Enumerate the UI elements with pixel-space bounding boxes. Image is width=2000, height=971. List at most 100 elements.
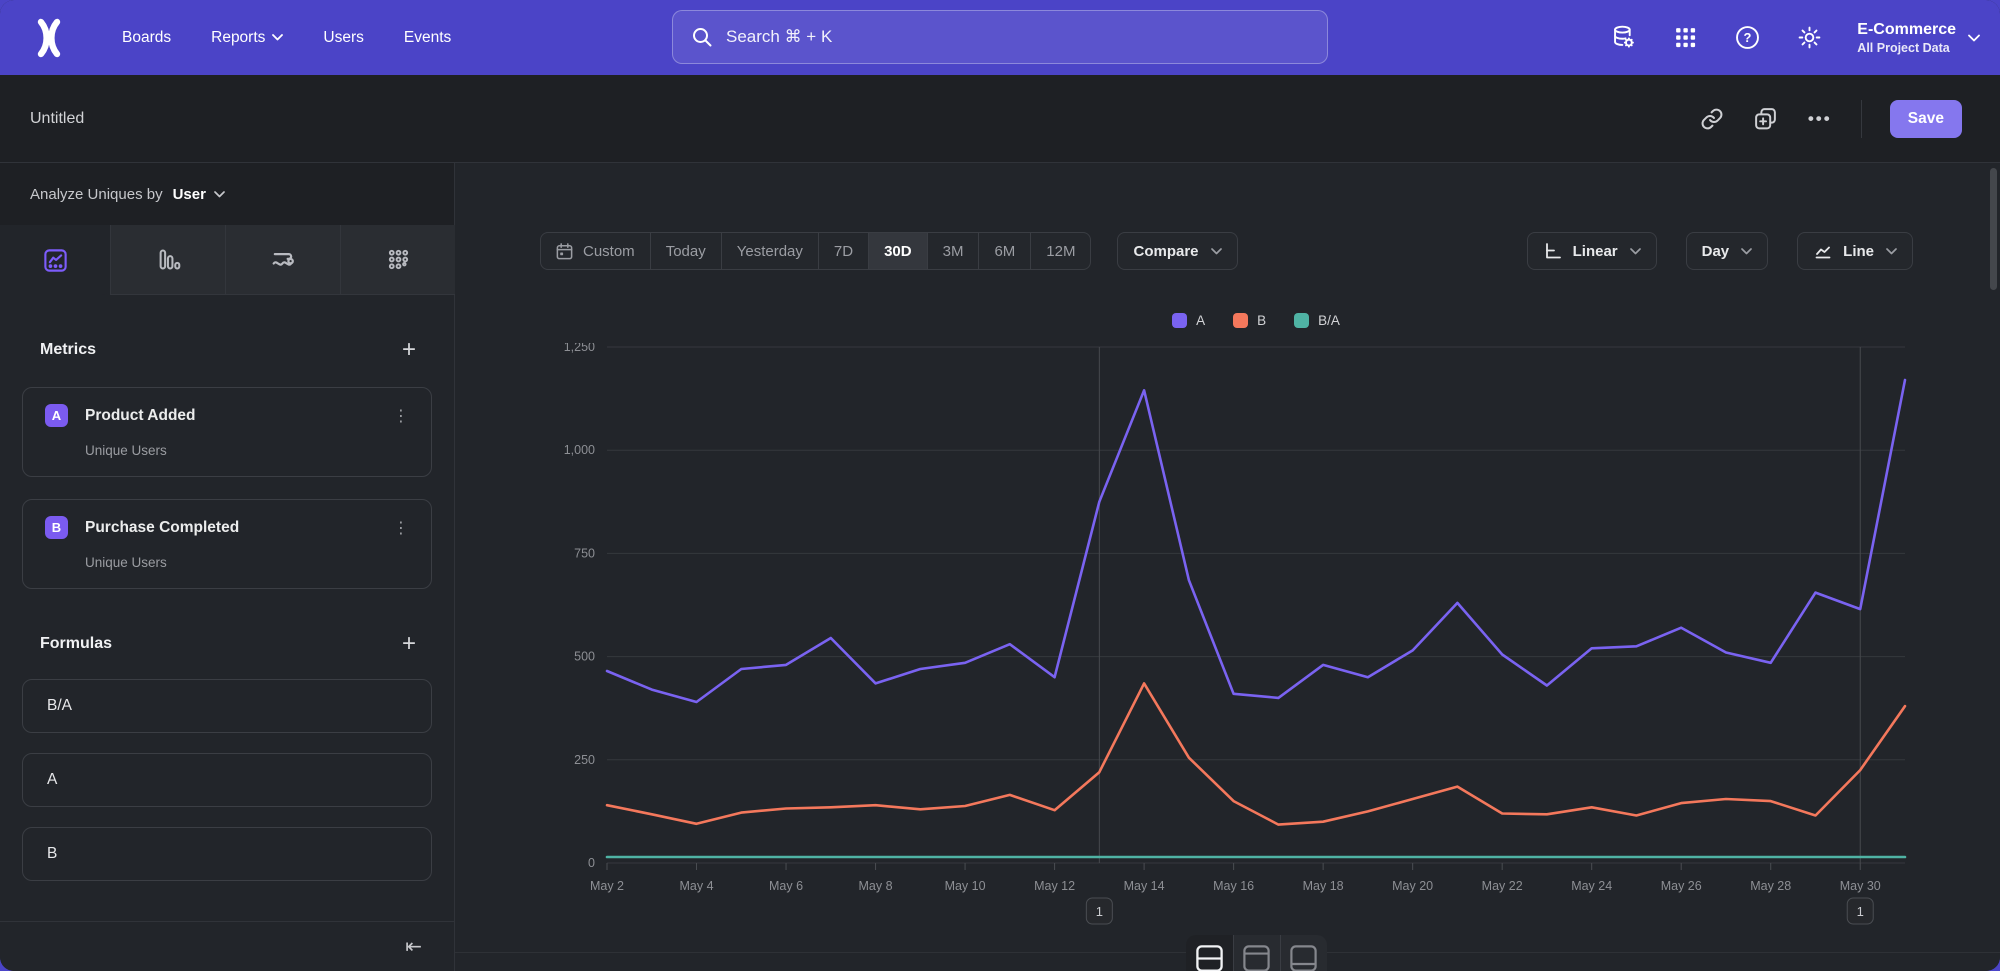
metric-name: Purchase Completed [85, 519, 370, 537]
chart-panel: Custom Today Yesterday 7D 30D 3M 6M 12M … [455, 163, 2000, 971]
help-icon[interactable]: ? [1733, 24, 1761, 52]
project-switcher[interactable]: E-Commerce All Project Data [1857, 20, 1980, 56]
range-7d[interactable]: 7D [818, 233, 868, 269]
layout-chart-and-table-button[interactable] [1186, 935, 1233, 971]
save-button[interactable]: Save [1890, 100, 1962, 138]
metrics-section-title: Metrics [40, 341, 96, 359]
layout-chart-only-button[interactable] [1233, 935, 1280, 971]
range-label: Yesterday [737, 243, 803, 260]
tab-retention[interactable] [340, 225, 455, 295]
flows-icon [269, 246, 297, 274]
tab-flows[interactable] [225, 225, 340, 295]
chevron-down-icon [1741, 248, 1752, 255]
formulas-section-title: Formulas [40, 635, 112, 653]
range-12m[interactable]: 12M [1030, 233, 1090, 269]
interval-label: Day [1702, 243, 1730, 260]
range-6m[interactable]: 6M [978, 233, 1030, 269]
legend-label: B [1257, 313, 1266, 328]
range-label: Today [666, 243, 706, 260]
svg-text:May 6: May 6 [769, 879, 803, 893]
chevron-down-icon [272, 34, 283, 41]
range-yesterday[interactable]: Yesterday [721, 233, 818, 269]
project-scope: All Project Data [1857, 40, 1956, 56]
line-chart-icon [1813, 241, 1833, 261]
range-today[interactable]: Today [650, 233, 721, 269]
legend-swatch [1172, 313, 1187, 328]
add-formula-button[interactable]: + [394, 629, 424, 659]
nav-boards[interactable]: Boards [106, 19, 187, 57]
data-management-icon[interactable] [1609, 24, 1637, 52]
line-chart[interactable]: 02505007501,0001,250May 2May 4May 6May 8… [455, 343, 2000, 953]
compare-button[interactable]: Compare [1117, 232, 1237, 270]
metric-options-icon[interactable]: ⋮ [387, 518, 415, 538]
svg-text:May 26: May 26 [1661, 879, 1702, 893]
svg-text:0: 0 [588, 856, 595, 870]
svg-text:May 16: May 16 [1213, 879, 1254, 893]
nav-events[interactable]: Events [388, 19, 467, 57]
svg-text:May 30: May 30 [1840, 879, 1881, 893]
mixpanel-logo-icon[interactable] [30, 16, 68, 60]
analyze-row: Analyze Uniques by User [0, 163, 454, 225]
chart-type-dropdown[interactable]: Line [1797, 232, 1913, 270]
chevron-down-icon [1968, 34, 1980, 42]
metric-aggregation[interactable]: Unique Users [85, 443, 415, 458]
svg-text:1: 1 [1857, 904, 1864, 919]
compare-label: Compare [1133, 243, 1198, 260]
metric-options-icon[interactable]: ⋮ [387, 406, 415, 426]
add-metric-button[interactable]: + [394, 335, 424, 365]
formula-card[interactable]: B/A [22, 679, 432, 733]
settings-gear-icon[interactable] [1795, 24, 1823, 52]
legend-label: B/A [1318, 313, 1340, 328]
range-3m[interactable]: 3M [927, 233, 979, 269]
legend-swatch [1294, 313, 1309, 328]
metric-badge: A [45, 404, 68, 427]
range-label: 6M [994, 243, 1015, 260]
metric-card-purchase-completed[interactable]: B Purchase Completed ⋮ Unique Users [22, 499, 432, 589]
legend-item-b-a[interactable]: B/A [1294, 313, 1340, 328]
top-nav-bar: Boards Reports Users Events Search ⌘ + K [0, 0, 2000, 75]
metric-card-product-added[interactable]: A Product Added ⋮ Unique Users [22, 387, 432, 477]
collapse-sidebar-icon[interactable]: ⇤ [405, 934, 422, 959]
svg-text:1,000: 1,000 [564, 443, 595, 457]
legend-item-b[interactable]: B [1233, 313, 1266, 328]
chevron-down-icon [1886, 248, 1897, 255]
range-label: Custom [583, 243, 635, 260]
svg-text:500: 500 [574, 650, 595, 664]
search-icon [691, 26, 713, 48]
legend-swatch [1233, 313, 1248, 328]
formula-card[interactable]: A [22, 753, 432, 807]
svg-text:May 18: May 18 [1303, 879, 1344, 893]
analyze-entity-dropdown[interactable]: User [173, 186, 225, 203]
svg-text:May 28: May 28 [1750, 879, 1791, 893]
nav-reports[interactable]: Reports [195, 19, 299, 57]
svg-text:250: 250 [574, 753, 595, 767]
scale-dropdown[interactable]: Linear [1527, 232, 1657, 270]
scrollbar-thumb[interactable] [1990, 168, 1997, 290]
range-label: 30D [884, 243, 912, 260]
nav-label: Boards [122, 29, 171, 47]
report-title[interactable]: Untitled [30, 110, 84, 128]
svg-text:1: 1 [1096, 904, 1103, 919]
metric-aggregation[interactable]: Unique Users [85, 555, 415, 570]
duplicate-icon[interactable] [1753, 106, 1779, 132]
more-options-icon[interactable]: ••• [1807, 106, 1833, 132]
apps-grid-icon[interactable] [1671, 24, 1699, 52]
svg-text:750: 750 [574, 546, 595, 560]
svg-text:May 10: May 10 [945, 879, 986, 893]
search-input[interactable]: Search ⌘ + K [672, 10, 1328, 64]
analyze-entity-value: User [173, 186, 206, 203]
copy-link-icon[interactable] [1699, 106, 1725, 132]
interval-dropdown[interactable]: Day [1686, 232, 1769, 270]
query-builder-sidebar: Analyze Uniques by User [0, 163, 455, 971]
chevron-down-icon [214, 191, 225, 198]
project-name: E-Commerce [1857, 20, 1956, 40]
tab-funnels[interactable] [110, 225, 225, 295]
tab-insights[interactable] [0, 225, 110, 295]
chevron-down-icon [1630, 248, 1641, 255]
nav-users[interactable]: Users [307, 19, 379, 57]
layout-table-only-button[interactable] [1280, 935, 1327, 971]
range-30d[interactable]: 30D [868, 233, 927, 269]
formula-card[interactable]: B [22, 827, 432, 881]
range-custom[interactable]: Custom [541, 233, 650, 269]
legend-item-a[interactable]: A [1172, 313, 1205, 328]
